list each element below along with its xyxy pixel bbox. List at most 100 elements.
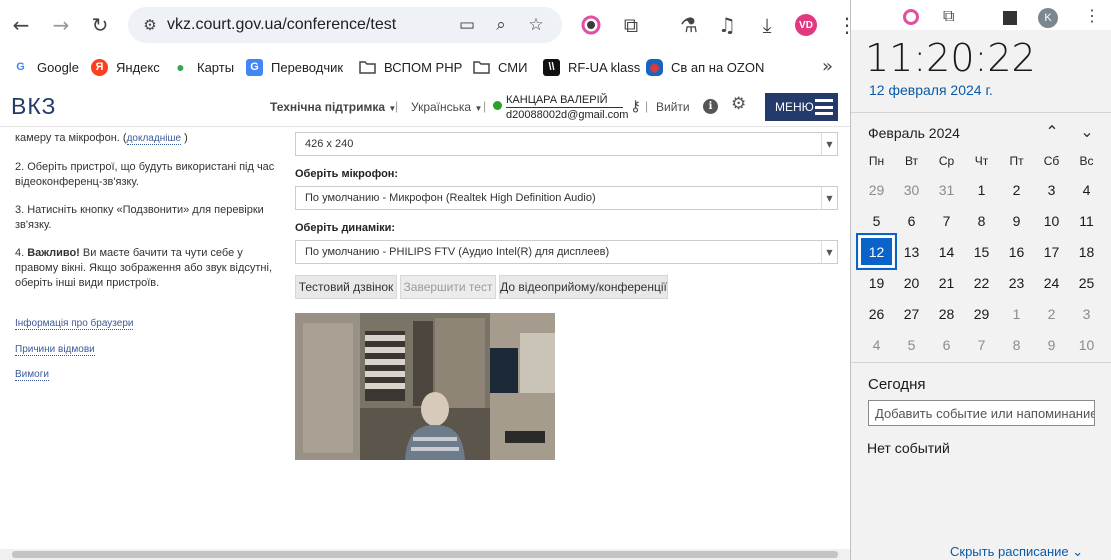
bookmark-folder-smi[interactable]: СМИ: [473, 57, 527, 77]
calendar-day[interactable]: 1: [999, 298, 1034, 329]
calendar-day[interactable]: 3: [1034, 174, 1069, 205]
calendar-day[interactable]: 7: [964, 329, 999, 360]
month-year-label[interactable]: Февраль 2024: [868, 125, 960, 141]
horizontal-scrollbar[interactable]: [0, 549, 850, 560]
bookmark-yandex[interactable]: Я Яндекс: [91, 57, 160, 77]
calendar-day[interactable]: 29: [964, 298, 999, 329]
calendar-day[interactable]: 25: [1069, 267, 1104, 298]
camera-resolution-select[interactable]: 426 x 240 ▼: [295, 132, 838, 156]
calendar-day[interactable]: 22: [964, 267, 999, 298]
microphone-select[interactable]: По умолчанию - Микрофон (Realtek High De…: [295, 186, 838, 210]
labs-flask-icon[interactable]: ⚗: [676, 12, 702, 38]
url-text[interactable]: vkz.court.gov.ua/conference/test: [167, 16, 396, 34]
calendar-day[interactable]: 3: [1069, 298, 1104, 329]
calendar-day[interactable]: 30: [894, 174, 929, 205]
back-arrow-icon[interactable]: ←: [8, 12, 34, 38]
calendar-day[interactable]: 21: [929, 267, 964, 298]
user-name[interactable]: КАНЦАРА ВАЛЕРІЙ: [506, 94, 623, 108]
calendar-day[interactable]: 13: [894, 236, 929, 267]
zoom-search-icon[interactable]: ⌕: [490, 14, 512, 36]
calendar-day[interactable]: 6: [929, 329, 964, 360]
calendar-day[interactable]: 23: [999, 267, 1034, 298]
calendar-day[interactable]: 2: [1034, 298, 1069, 329]
more-bookmarks-icon[interactable]: »: [822, 56, 833, 77]
logout-link[interactable]: Вийти: [656, 100, 690, 114]
menu-button[interactable]: МЕНЮ: [765, 93, 838, 121]
bookmark-rf-ua[interactable]: \\ RF-UA klass: [543, 57, 640, 77]
language-dropdown[interactable]: Українська ▼: [411, 100, 482, 114]
calendar-day[interactable]: 11: [1069, 205, 1104, 236]
current-date-link[interactable]: 12 февраля 2024 г.: [869, 82, 993, 98]
bookmark-maps[interactable]: ● Карты: [172, 57, 234, 77]
add-event-input[interactable]: Добавить событие или напоминание: [868, 400, 1095, 426]
calendar-day[interactable]: 20: [894, 267, 929, 298]
info-icon[interactable]: i: [703, 99, 718, 114]
calendar-day[interactable]: 16: [999, 236, 1034, 267]
extension-color-icon[interactable]: [578, 12, 604, 38]
more-menu-icon[interactable]: ⋮: [834, 12, 850, 38]
calendar-day[interactable]: 6: [894, 205, 929, 236]
settings-gears-icon[interactable]: ⚙: [731, 94, 746, 114]
calendar-day[interactable]: 9: [999, 205, 1034, 236]
calendar-day[interactable]: 15: [964, 236, 999, 267]
calendar-day[interactable]: 31: [929, 174, 964, 205]
reload-icon[interactable]: ↻: [87, 12, 113, 38]
media-queue-icon[interactable]: ♫: [714, 12, 740, 38]
folder-icon: [473, 59, 490, 76]
calendar-day[interactable]: 8: [964, 205, 999, 236]
test-call-button[interactable]: Тестовий дзвінок: [295, 275, 397, 299]
calendar-day[interactable]: 10: [1034, 205, 1069, 236]
end-test-button[interactable]: Завершити тест: [400, 275, 496, 299]
extension-color-icon[interactable]: [903, 9, 919, 25]
bookmark-translate[interactable]: G Переводчик: [246, 57, 343, 77]
speakers-select[interactable]: По умолчанию - PHILIPS FTV (Аудио Intel(…: [295, 240, 838, 264]
key-icon[interactable]: ⚷: [630, 97, 641, 115]
calendar-day[interactable]: 24: [1034, 267, 1069, 298]
details-link[interactable]: докладніше: [126, 133, 182, 145]
browser-info-link[interactable]: Інформація про браузери: [15, 318, 134, 330]
site-settings-icon[interactable]: ⚙: [138, 13, 162, 37]
support-dropdown[interactable]: Технічна підтримка ▼: [270, 100, 396, 114]
calendar-day[interactable]: 17: [1034, 236, 1069, 267]
calendar-day[interactable]: 4: [1069, 174, 1104, 205]
chevron-up-icon[interactable]: ⌃: [1041, 120, 1063, 142]
site-logo[interactable]: ВКЗ: [11, 93, 56, 120]
bookmark-folder-vspom[interactable]: ВСПОМ PHP: [359, 57, 462, 77]
bookmark-ozon[interactable]: ◉ Св ап на OZON: [646, 57, 764, 77]
calendar-day[interactable]: 18: [1069, 236, 1104, 267]
calendar-day[interactable]: 7: [929, 205, 964, 236]
calendar-day[interactable]: 14: [929, 236, 964, 267]
calendar-day[interactable]: 8: [999, 329, 1034, 360]
bookmark-star-icon[interactable]: ☆: [525, 14, 547, 36]
calendar-day[interactable]: 5: [859, 205, 894, 236]
scrollbar-thumb[interactable]: [12, 551, 838, 558]
requirements-link[interactable]: Вимоги: [15, 369, 49, 381]
profile-avatar[interactable]: VD: [795, 14, 817, 36]
chevron-down-icon[interactable]: ⌄: [1076, 120, 1098, 142]
calendar-day[interactable]: 4: [859, 329, 894, 360]
forward-arrow-icon[interactable]: →: [48, 12, 74, 38]
calendar-day[interactable]: 1: [964, 174, 999, 205]
hide-schedule-link[interactable]: Скрыть расписание ⌄: [950, 544, 1083, 560]
calendar-day[interactable]: 26: [859, 298, 894, 329]
calendar-day[interactable]: 29: [859, 174, 894, 205]
download-icon[interactable]: ⤓: [754, 12, 780, 38]
extensions-puzzle-icon[interactable]: ⧉: [618, 12, 644, 38]
calendar-day[interactable]: 19: [859, 267, 894, 298]
calendar-day[interactable]: 2: [999, 174, 1034, 205]
more-menu-icon[interactable]: ⋮: [1084, 6, 1100, 26]
address-bar[interactable]: ⚙ vkz.court.gov.ua/conference/test ▭ ⌕ ☆: [128, 7, 562, 43]
bookmark-google[interactable]: G Google: [12, 57, 79, 77]
profile-avatar-icon[interactable]: K: [1038, 8, 1058, 28]
go-to-conference-button[interactable]: До відеоприйому/конференції: [499, 275, 668, 299]
extensions-puzzle-icon[interactable]: ⧉: [943, 6, 954, 26]
calendar-day[interactable]: 5: [894, 329, 929, 360]
calendar-day[interactable]: 28: [929, 298, 964, 329]
calendar-day[interactable]: 27: [894, 298, 929, 329]
camera-in-use-icon[interactable]: ▭: [456, 14, 478, 36]
refusal-reasons-link[interactable]: Причини відмови: [15, 344, 95, 356]
calendar-day[interactable]: 9: [1034, 329, 1069, 360]
calendar-day[interactable]: 10: [1069, 329, 1104, 360]
side-panel-icon[interactable]: [1003, 11, 1017, 25]
calendar-day-today[interactable]: 12: [856, 233, 897, 270]
